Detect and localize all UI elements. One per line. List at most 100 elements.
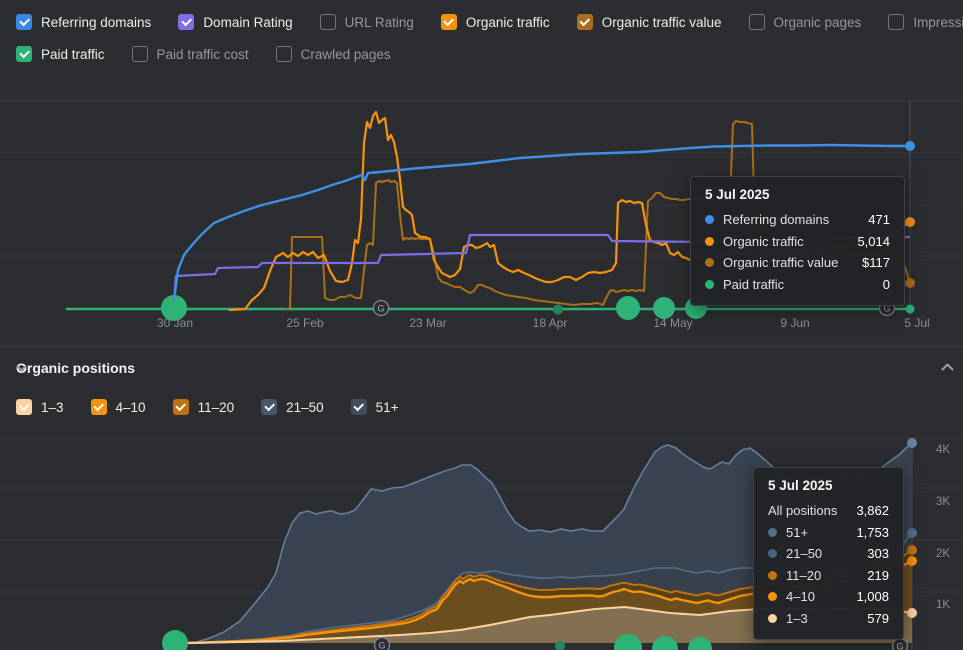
- checkbox-referring-domains[interactable]: Referring domains: [16, 14, 151, 30]
- positions-filter-row: 1–3 4–10 11–20 21–50 51+: [16, 397, 399, 417]
- checkbox-label: Impressions: [913, 14, 963, 30]
- checkbox-pos-51plus[interactable]: 51+: [350, 399, 399, 415]
- tooltip-row: 1–3 579: [768, 608, 889, 630]
- x-axis-tick: 18 Apr: [532, 316, 568, 330]
- chevron-down-icon[interactable]: [16, 365, 27, 372]
- checkbox-label: 4–10: [115, 399, 146, 415]
- organic-positions-header[interactable]: Organic positions: [16, 360, 135, 376]
- checkbox-label: URL Rating: [344, 14, 414, 30]
- google-update-badge[interactable]: G: [372, 299, 390, 317]
- tooltip-row: 21–50 303: [768, 543, 889, 565]
- series-dot: [768, 549, 777, 559]
- tooltip-label: Paid traffic: [723, 276, 785, 292]
- series-dot: [768, 527, 777, 537]
- tooltip-value: 579: [867, 610, 889, 626]
- tooltip-date: 5 Jul 2025: [768, 478, 833, 493]
- checkbox-organic-traffic[interactable]: Organic traffic: [440, 14, 550, 30]
- checkbox-box[interactable]: [350, 399, 367, 415]
- tooltip-label: 11–20: [786, 567, 822, 583]
- series-dot: [768, 592, 777, 602]
- google-update-badge[interactable]: G: [891, 637, 909, 650]
- tooltip-label: 1–3: [786, 610, 808, 626]
- x-axis-tick: 9 Jun: [780, 316, 810, 330]
- tooltip-label: 21–50: [786, 546, 823, 562]
- checkbox-box[interactable]: [16, 14, 32, 30]
- checkbox-label: 21–50: [286, 399, 324, 415]
- checkbox-box[interactable]: [16, 46, 32, 62]
- checkbox-organic-traffic-value[interactable]: Organic traffic value: [576, 14, 722, 30]
- checkbox-box[interactable]: [90, 399, 107, 415]
- tooltip-row: Referring domains 471: [705, 209, 890, 231]
- checkbox-label: Organic traffic value: [601, 14, 722, 30]
- checkbox-box[interactable]: [178, 14, 195, 30]
- checkbox-label: Crawled pages: [300, 46, 391, 62]
- checkbox-box[interactable]: [131, 46, 148, 62]
- metric-filter-row-2: Paid traffic Paid traffic cost Crawled p…: [16, 44, 391, 64]
- tooltip-value: 3,862: [856, 503, 889, 519]
- checkbox-label: 11–20: [197, 399, 235, 415]
- section-title-text: Organic positions: [16, 360, 136, 376]
- svg-text:G: G: [378, 641, 385, 650]
- y-axis-tick: 3K: [936, 496, 951, 508]
- y-axis-tick: 4K: [936, 444, 951, 456]
- tooltip-row: Paid traffic 0: [705, 274, 890, 296]
- series-dot: [705, 279, 714, 289]
- svg-text:G: G: [377, 304, 384, 314]
- tooltip-label: Organic traffic: [723, 233, 804, 249]
- tooltip-label: 4–10: [786, 589, 815, 605]
- tooltip-value: 5,014: [857, 233, 890, 249]
- checkbox-box[interactable]: [748, 14, 765, 30]
- tooltip-date: 5 Jul 2025: [705, 187, 770, 202]
- checkbox-box[interactable]: [16, 399, 32, 415]
- tooltip-value: 219: [867, 567, 889, 583]
- collapse-section-icon[interactable]: [941, 363, 954, 371]
- checkbox-paid-traffic-cost[interactable]: Paid traffic cost: [131, 46, 249, 62]
- checkbox-pos-11-20[interactable]: 11–20: [172, 399, 235, 415]
- series-dot: [768, 570, 777, 580]
- checkbox-label: Domain Rating: [203, 14, 293, 30]
- tooltip-row-all-positions: All positions 3,862: [768, 500, 889, 522]
- series-dot: [768, 613, 777, 623]
- tooltip-label: All positions: [768, 503, 838, 519]
- tooltip-row: 4–10 1,008: [768, 586, 889, 608]
- tooltip-value: $117: [862, 255, 890, 271]
- y-axis-tick: 2K: [936, 548, 951, 560]
- checkbox-label: Paid traffic cost: [156, 46, 249, 62]
- y-axis-tick: 1K: [936, 599, 951, 611]
- checkbox-label: Organic traffic: [465, 14, 550, 30]
- checkbox-crawled-pages[interactable]: Crawled pages: [275, 46, 391, 62]
- tooltip-value: 471: [868, 212, 890, 228]
- tooltip-label: 51+: [786, 524, 809, 540]
- checkbox-pos-21-50[interactable]: 21–50: [261, 399, 324, 415]
- checkbox-box[interactable]: [261, 399, 278, 415]
- section-divider: [0, 346, 963, 347]
- series-dot: [705, 236, 714, 246]
- checkbox-impressions[interactable]: Impressions: [888, 14, 963, 30]
- x-axis-tick: 14 May: [653, 316, 693, 330]
- checkbox-box[interactable]: [888, 14, 905, 30]
- checkbox-organic-pages[interactable]: Organic pages: [748, 14, 862, 30]
- checkbox-box[interactable]: [576, 14, 593, 30]
- checkbox-box[interactable]: [275, 46, 292, 62]
- checkbox-pos-4-10[interactable]: 4–10: [90, 399, 146, 415]
- overview-tooltip: 5 Jul 2025 Referring domains 471 Organic …: [690, 176, 905, 306]
- checkbox-box[interactable]: [172, 399, 189, 415]
- checkbox-box[interactable]: [440, 14, 457, 30]
- x-axis-tick: 25 Feb: [286, 316, 324, 330]
- tooltip-row: Organic traffic value $117: [705, 252, 890, 274]
- checkbox-paid-traffic[interactable]: Paid traffic: [16, 46, 105, 62]
- checkbox-box[interactable]: [319, 14, 336, 30]
- checkbox-label: Paid traffic: [41, 46, 105, 62]
- tooltip-label: Organic traffic value: [723, 255, 839, 271]
- checkbox-domain-rating[interactable]: Domain Rating: [178, 14, 293, 30]
- checkbox-url-rating[interactable]: URL Rating: [319, 14, 414, 30]
- x-axis-tick: 23 Mar: [409, 316, 447, 330]
- checkbox-label: Organic pages: [773, 14, 862, 30]
- tooltip-value: 1,008: [856, 589, 889, 605]
- tooltip-row: 11–20 219: [768, 565, 889, 587]
- google-update-badge[interactable]: G: [373, 636, 391, 650]
- checkbox-pos-1-3[interactable]: 1–3: [16, 399, 64, 415]
- svg-text:G: G: [896, 642, 903, 650]
- checkbox-label: 1–3: [41, 399, 64, 415]
- tooltip-row: Organic traffic 5,014: [705, 231, 890, 253]
